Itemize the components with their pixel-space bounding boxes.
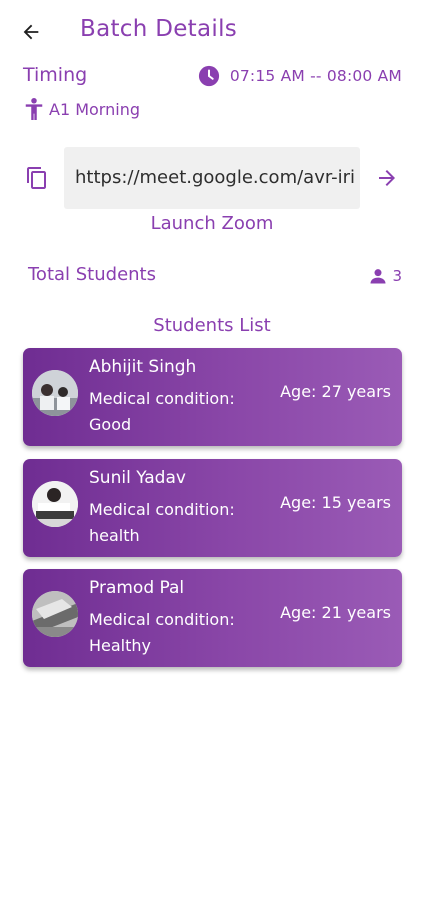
launch-zoom-button[interactable]: Launch Zoom (0, 213, 424, 234)
batch-name-row: A1 Morning (23, 97, 140, 121)
arrow-right-icon (379, 170, 395, 186)
meeting-link-field[interactable]: https://meet.google.com/avr-irie (64, 147, 360, 209)
timing-label: Timing (23, 64, 88, 86)
clock-icon (198, 65, 219, 87)
student-age: Age: 27 years (280, 382, 391, 401)
medical-condition-label: Medical condition: (89, 389, 235, 408)
avatar (32, 591, 78, 637)
batch-name: A1 Morning (49, 99, 140, 119)
medical-condition-value: Good (89, 415, 132, 434)
student-count: 3 (368, 266, 402, 286)
open-link-button[interactable] (375, 166, 399, 190)
student-card[interactable]: Abhijit Singh Medical condition: Good Ag… (23, 348, 402, 446)
student-name: Abhijit Singh (89, 357, 197, 377)
student-name: Pramod Pal (89, 578, 185, 598)
students-list-title: Students List (153, 315, 271, 336)
total-students-label: Total Students (28, 264, 156, 285)
medical-condition-label: Medical condition: (89, 610, 235, 629)
student-card[interactable]: Sunil Yadav Medical condition: health Ag… (23, 459, 402, 557)
arrow-left-icon (23, 24, 39, 40)
avatar (32, 370, 78, 416)
student-count-value: 3 (392, 267, 402, 285)
person-icon (370, 269, 386, 284)
back-button[interactable] (18, 19, 44, 45)
time-range: 07:15 AM -- 08:00 AM (198, 65, 402, 87)
student-age: Age: 15 years (280, 493, 391, 512)
copy-button[interactable] (25, 166, 49, 190)
copy-icon (27, 167, 46, 189)
time-range-text: 07:15 AM -- 08:00 AM (229, 67, 402, 85)
app-bar: Batch Details (0, 0, 424, 62)
medical-condition-value: Healthy (89, 636, 152, 655)
page-title: Batch Details (80, 16, 238, 42)
person-icon (25, 98, 43, 120)
student-name: Sunil Yadav (89, 468, 186, 488)
medical-condition-label: Medical condition: (89, 500, 235, 519)
student-age: Age: 21 years (280, 603, 391, 622)
medical-condition-value: health (89, 526, 140, 545)
student-card[interactable]: Pramod Pal Medical condition: Healthy Ag… (23, 569, 402, 667)
meeting-link-text: https://meet.google.com/avr-irie (75, 167, 355, 188)
avatar (32, 481, 78, 527)
